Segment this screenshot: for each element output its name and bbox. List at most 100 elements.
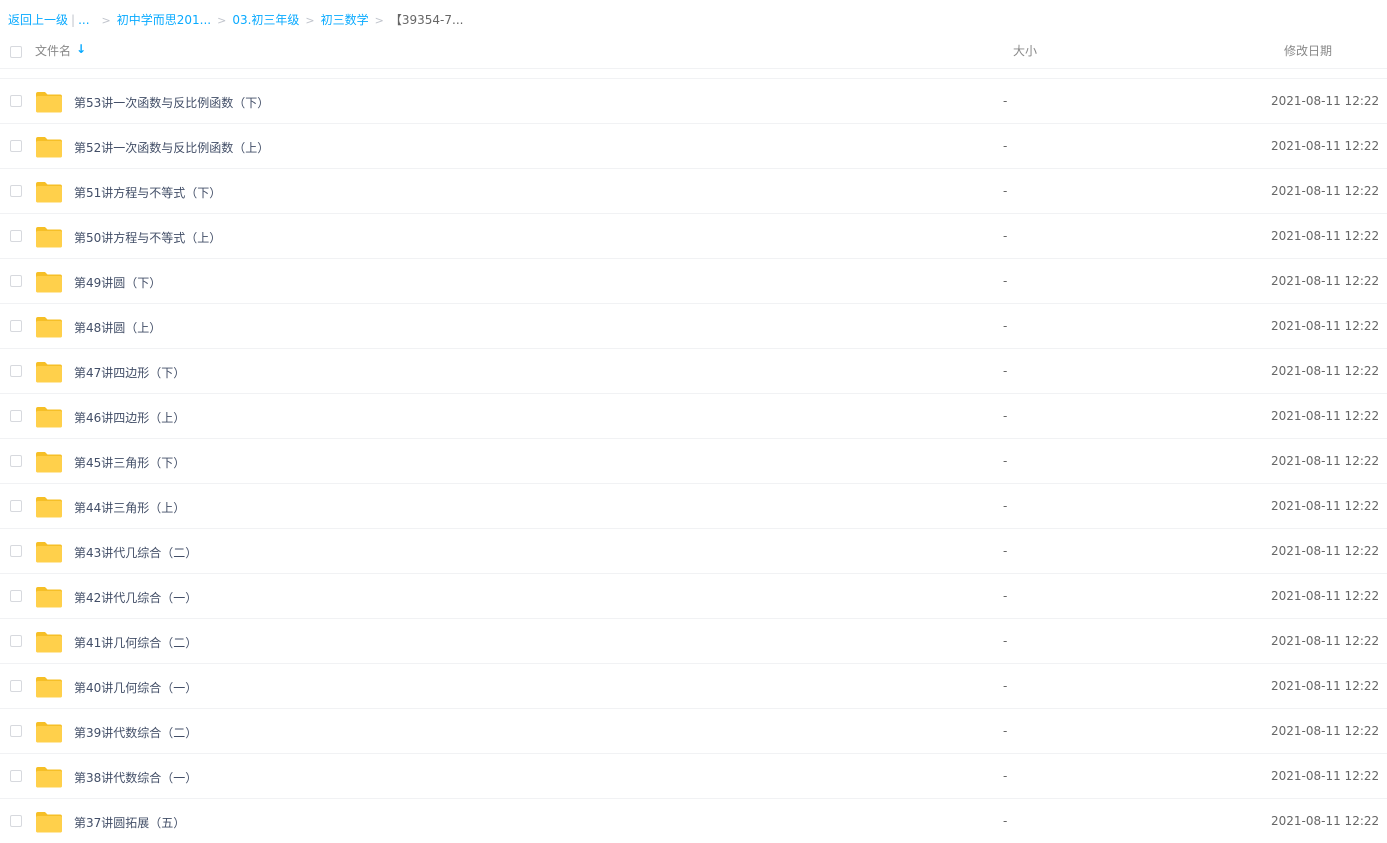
file-size: - xyxy=(1003,139,1008,153)
file-date: 2021-08-11 12:22 xyxy=(1271,724,1380,738)
folder-icon[interactable] xyxy=(35,451,63,473)
breadcrumb-item[interactable]: 初三数学 xyxy=(321,13,369,27)
file-row[interactable]: 第50讲方程与不等式（上） - 2021-08-11 12:22 xyxy=(0,213,1387,258)
row-checkbox[interactable] xyxy=(10,365,22,377)
breadcrumb-current: 【39354-7... xyxy=(389,13,464,27)
file-date: 2021-08-11 12:22 xyxy=(1271,634,1380,648)
row-checkbox[interactable] xyxy=(10,275,22,287)
row-checkbox[interactable] xyxy=(10,770,22,782)
back-link[interactable]: 返回上一级 xyxy=(8,13,68,27)
breadcrumb-ellipsis[interactable]: ... xyxy=(78,13,89,27)
file-row[interactable]: 第47讲四边形（下） - 2021-08-11 12:22 xyxy=(0,348,1387,393)
file-row[interactable]: 第37讲圆拓展（五） -2021-08-11 12:22 xyxy=(0,798,1387,843)
file-row[interactable]: 第45讲三角形（下） - 2021-08-11 12:22 xyxy=(0,438,1387,483)
file-row[interactable]: 第38讲代数综合（一） - 2021-08-11 12:22 xyxy=(0,753,1387,798)
file-row[interactable]: 第46讲四边形（上） - 2021-08-11 12:22 xyxy=(0,393,1387,438)
select-all-checkbox[interactable] xyxy=(10,46,22,58)
row-checkbox[interactable] xyxy=(10,140,22,152)
row-checkbox[interactable] xyxy=(10,815,22,827)
row-checkbox[interactable] xyxy=(10,545,22,557)
row-checkbox[interactable] xyxy=(10,635,22,647)
breadcrumb: 返回上一级 |... > 初中学而思201... >03.初三年级 > 初三数学 > 【3935… xyxy=(8,11,463,29)
file-date: 2021-08-11 12:22 xyxy=(1271,499,1380,513)
row-checkbox[interactable] xyxy=(10,725,22,737)
row-checkbox[interactable] xyxy=(10,320,22,332)
file-row[interactable]: 第43讲代几综合（二） - 2021-08-11 12:22 xyxy=(0,528,1387,573)
file-name[interactable]: 第45讲三角形（下） xyxy=(74,454,185,471)
file-date: 2021-08-11 12:22 xyxy=(1271,139,1380,153)
file-row[interactable]: 第40讲几何综合（一） - 2021-08-11 12:22 xyxy=(0,663,1387,708)
file-row[interactable]: 第44讲三角形（上） - 2021-08-11 12:22 xyxy=(0,483,1387,528)
file-row[interactable]: 第49讲圆（下） - 2021-08-11 12:22 xyxy=(0,258,1387,303)
arrow-down-icon[interactable]: ↓ xyxy=(76,42,86,56)
folder-icon[interactable] xyxy=(35,766,63,788)
file-name[interactable]: 第39讲代数综合（二） xyxy=(74,724,197,741)
file-name[interactable]: 第43讲代几综合（二） xyxy=(74,544,197,561)
row-checkbox[interactable] xyxy=(10,410,22,422)
file-name[interactable]: 第44讲三角形（上） xyxy=(74,499,185,516)
column-header-date[interactable]: 修改日期 xyxy=(1284,42,1332,59)
file-name[interactable]: 第42讲代几综合（一） xyxy=(74,589,197,606)
file-date: 2021-08-11 12:22 xyxy=(1271,229,1380,243)
file-size: - xyxy=(1003,229,1008,243)
file-name[interactable]: 第47讲四边形（下） xyxy=(74,364,185,381)
file-name[interactable]: 第52讲一次函数与反比例函数（上） xyxy=(74,139,269,156)
chevron-right-icon: > xyxy=(101,14,111,27)
file-name[interactable]: 第40讲几何综合（一） xyxy=(74,679,197,696)
column-header-size[interactable]: 大小 xyxy=(1013,42,1037,59)
folder-icon[interactable] xyxy=(35,361,63,383)
row-checkbox[interactable] xyxy=(10,455,22,467)
row-checkbox[interactable] xyxy=(10,185,22,197)
row-checkbox[interactable] xyxy=(10,500,22,512)
file-row[interactable]: 第39讲代数综合（二） - 2021-08-11 12:22 xyxy=(0,708,1387,753)
row-checkbox[interactable] xyxy=(10,95,22,107)
file-row[interactable]: 第42讲代几综合（一） - 2021-08-11 12:22 xyxy=(0,573,1387,618)
file-date: 2021-08-11 12:22 xyxy=(1271,94,1380,108)
file-name[interactable]: 第53讲一次函数与反比例函数（下） xyxy=(74,94,269,111)
file-row[interactable]: 第52讲一次函数与反比例函数（上） - 2021-08-11 12:22 xyxy=(0,123,1387,168)
file-row[interactable]: 第41讲几何综合（二） - 2021-08-11 12:22 xyxy=(0,618,1387,663)
file-size: - xyxy=(1003,274,1008,288)
file-date: 2021-08-11 12:22 xyxy=(1271,364,1380,378)
file-size: - xyxy=(1003,769,1008,783)
folder-icon[interactable] xyxy=(35,676,63,698)
file-row[interactable]: 第53讲一次函数与反比例函数（下） - 2021-08-11 12:22 xyxy=(0,78,1387,123)
file-size: - xyxy=(1003,499,1008,513)
folder-icon[interactable] xyxy=(35,271,63,293)
file-name[interactable]: 第49讲圆（下） xyxy=(74,274,161,291)
file-row[interactable]: 第51讲方程与不等式（下） - 2021-08-11 12:22 xyxy=(0,168,1387,213)
folder-icon[interactable] xyxy=(35,226,63,248)
folder-icon[interactable] xyxy=(35,181,63,203)
file-size: - xyxy=(1003,184,1008,198)
file-name[interactable]: 第38讲代数综合（一） xyxy=(74,769,197,786)
breadcrumb-item[interactable]: 初中学而思201... xyxy=(117,13,211,27)
file-date: 2021-08-11 12:22 xyxy=(1271,274,1380,288)
file-list-header: 文件名 ↓ 大小 修改日期 xyxy=(0,32,1387,69)
row-checkbox[interactable] xyxy=(10,590,22,602)
file-date: 2021-08-11 12:22 xyxy=(1271,409,1380,423)
file-name[interactable]: 第50讲方程与不等式（上） xyxy=(74,229,221,246)
folder-icon[interactable] xyxy=(35,316,63,338)
folder-icon[interactable] xyxy=(35,541,63,563)
folder-icon[interactable] xyxy=(35,586,63,608)
folder-icon[interactable] xyxy=(35,91,63,113)
folder-icon[interactable] xyxy=(35,721,63,743)
row-checkbox[interactable] xyxy=(10,680,22,692)
file-row[interactable]: 第48讲圆（上） - 2021-08-11 12:22 xyxy=(0,303,1387,348)
folder-icon[interactable] xyxy=(35,136,63,158)
file-name[interactable]: 第46讲四边形（上） xyxy=(74,409,185,426)
column-header-name[interactable]: 文件名 xyxy=(35,42,71,59)
row-checkbox[interactable] xyxy=(10,230,22,242)
file-name[interactable]: 第41讲几何综合（二） xyxy=(74,634,197,651)
file-name[interactable]: 第48讲圆（上） xyxy=(74,319,161,336)
file-size: - xyxy=(1003,634,1008,648)
file-list: 第53讲一次函数与反比例函数（下） -2021-08-11 12:22 第52讲一次… xyxy=(0,78,1387,843)
chevron-right-icon: > xyxy=(217,14,227,27)
folder-icon[interactable] xyxy=(35,811,63,833)
folder-icon[interactable] xyxy=(35,631,63,653)
file-name[interactable]: 第51讲方程与不等式（下） xyxy=(74,184,221,201)
folder-icon[interactable] xyxy=(35,496,63,518)
folder-icon[interactable] xyxy=(35,406,63,428)
breadcrumb-item[interactable]: 03.初三年级 xyxy=(232,13,299,27)
chevron-right-icon: > xyxy=(374,14,384,27)
